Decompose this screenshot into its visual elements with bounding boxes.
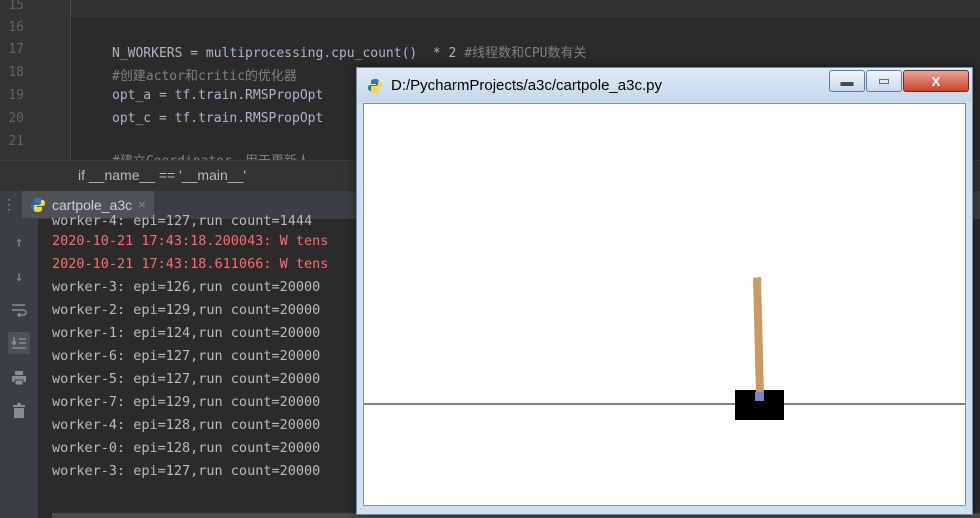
console-line: worker-4: epi=127,run count=1444 xyxy=(52,213,313,229)
code-line-18: #创建actor和critic的优化器 xyxy=(112,69,297,84)
line-number: 21 xyxy=(8,134,24,149)
scroll-to-end-icon[interactable] xyxy=(8,332,30,354)
arrow-up-icon[interactable]: ↑ xyxy=(8,231,30,253)
line-gutter: 15 16 17 18 19 20 21 xyxy=(0,0,71,160)
pole xyxy=(753,277,764,397)
console-line: 2020-10-21 17:43:18.200043: W tens xyxy=(52,233,329,249)
window-titlebar[interactable]: D:/PycharmProjects/a3c/cartpole_a3c.py ▬… xyxy=(357,68,972,102)
run-toolbar: ↑ ↓ xyxy=(0,219,39,518)
tab-close-icon[interactable]: × xyxy=(138,197,146,212)
code-line-19: opt_a = tf.train.RMSPropOpt xyxy=(112,88,324,103)
line-number: 15 xyxy=(8,0,24,13)
maximize-button[interactable]: ▭ xyxy=(866,70,902,92)
soft-wrap-icon[interactable] xyxy=(8,299,30,321)
line-number: 20 xyxy=(8,111,24,126)
line-number: 18 xyxy=(8,65,24,80)
current-line-highlight xyxy=(70,0,980,17)
window-title: D:/PycharmProjects/a3c/cartpole_a3c.py xyxy=(391,77,662,94)
console-line: worker-0: epi=128,run count=20000 xyxy=(52,440,321,456)
console-line: worker-6: epi=127,run count=20000 xyxy=(52,348,321,364)
console-line: worker-3: epi=126,run count=20000 xyxy=(52,279,321,295)
console-line: 2020-10-21 17:43:18.611066: W tens xyxy=(52,256,329,272)
trash-icon[interactable] xyxy=(8,400,30,422)
line-number: 19 xyxy=(8,88,24,103)
line-number: 16 xyxy=(8,20,24,35)
code-line-20: opt_c = tf.train.RMSPropOpt xyxy=(112,111,324,126)
render-canvas xyxy=(363,103,966,506)
cartpole-scene xyxy=(364,277,965,420)
code-comment: #线程数和CPU数有关 xyxy=(464,46,587,61)
python-icon xyxy=(368,79,382,93)
breadcrumb-text[interactable]: if __name__ == '__main__' xyxy=(78,167,246,183)
console-line: worker-5: epi=127,run count=20000 xyxy=(52,371,321,387)
console-line: worker-4: epi=128,run count=20000 xyxy=(52,417,321,433)
close-button[interactable]: X xyxy=(903,70,969,92)
code-line-22-partial: #建立Coordinator，用于更新人 xyxy=(112,150,310,160)
console-line: worker-7: epi=129,run count=20000 xyxy=(52,394,321,410)
minimize-button[interactable]: ▬ xyxy=(829,70,865,92)
dots-icon: ⋮ xyxy=(2,197,16,213)
arrow-down-icon[interactable]: ↓ xyxy=(8,265,30,287)
console-line: worker-2: epi=129,run count=20000 xyxy=(52,302,321,318)
tab-label: cartpole_a3c xyxy=(52,196,133,213)
console-line: worker-1: epi=124,run count=20000 xyxy=(52,325,321,341)
code-text: N_WORKERS = multiprocessing.cpu_count() … xyxy=(112,46,457,61)
line-number: 17 xyxy=(8,42,24,57)
console-line: worker-3: epi=127,run count=20000 xyxy=(52,463,321,479)
print-icon[interactable] xyxy=(8,367,30,389)
axle xyxy=(755,392,764,401)
cartpole-window[interactable]: D:/PycharmProjects/a3c/cartpole_a3c.py ▬… xyxy=(356,67,973,515)
code-line-17: N_WORKERS = multiprocessing.cpu_count() … xyxy=(112,42,587,61)
python-icon xyxy=(31,197,45,212)
